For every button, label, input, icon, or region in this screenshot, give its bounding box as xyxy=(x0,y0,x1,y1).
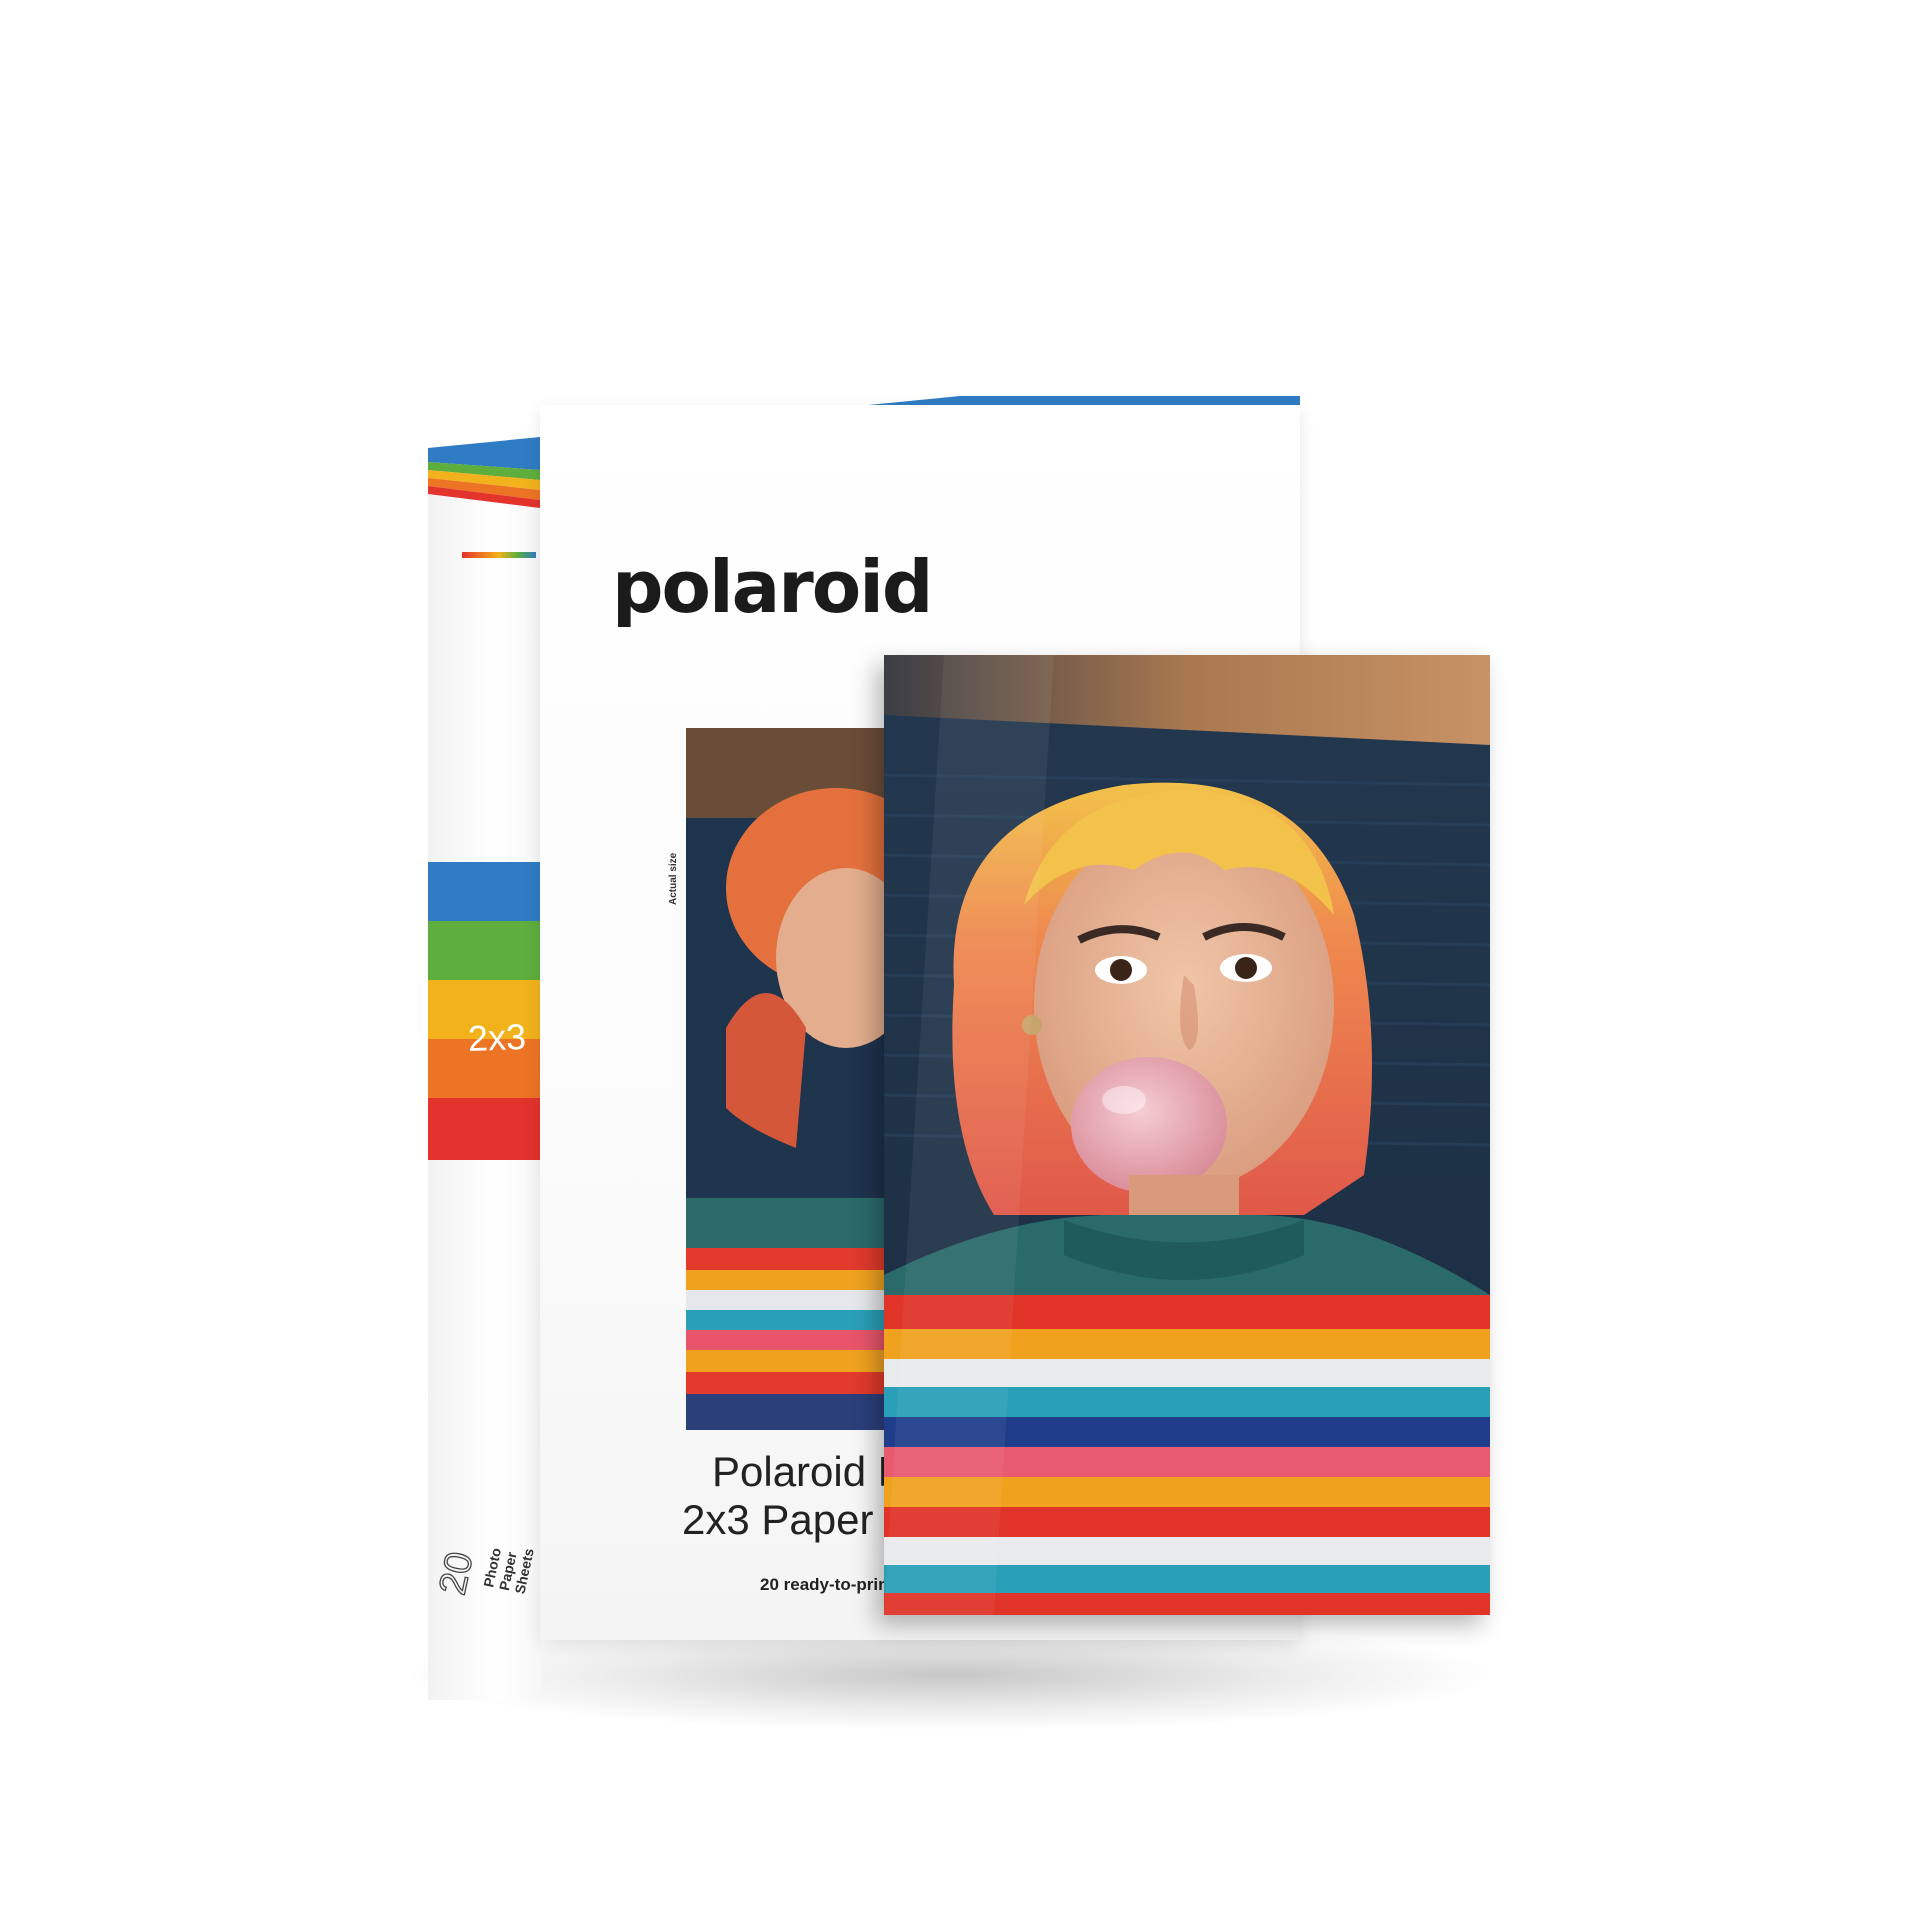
brand-logo: polaroid xyxy=(612,545,933,629)
product-scene: 2x3 20 Photo Paper Sheets polaroid Actua… xyxy=(0,0,1920,1920)
photo-print xyxy=(884,655,1490,1615)
portrait-photo xyxy=(884,655,1490,1615)
actual-size-note: Actual size xyxy=(668,852,679,905)
